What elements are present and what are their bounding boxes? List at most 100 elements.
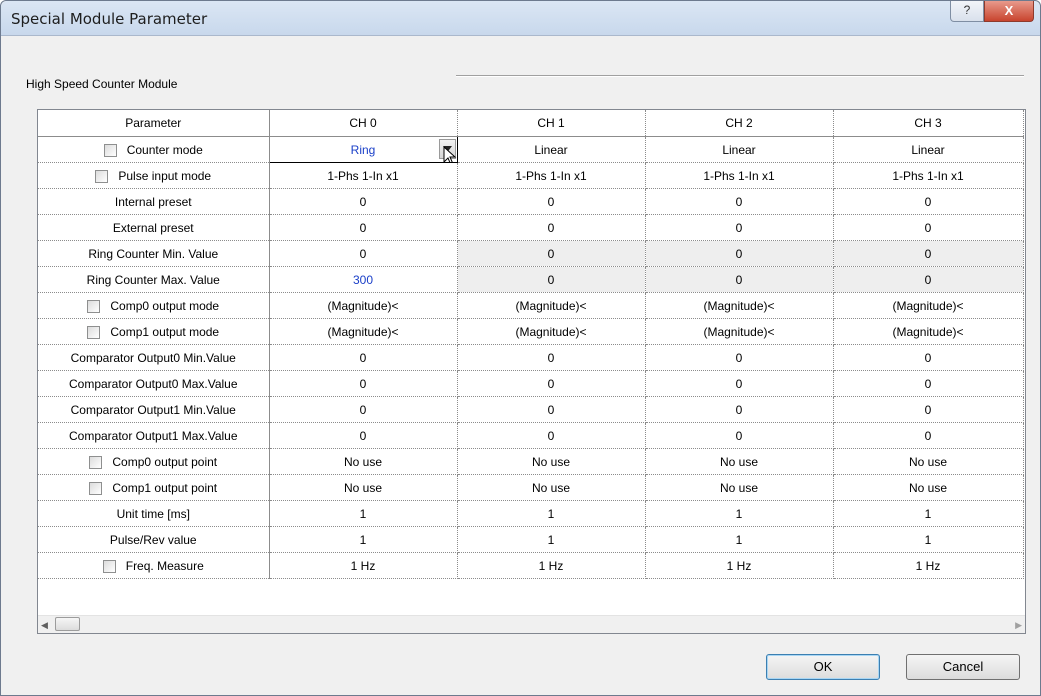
ok-button[interactable]: OK [766,654,880,680]
value-cell-ch3[interactable]: 1 [833,526,1024,553]
value-cell-ch2[interactable]: 0 [645,240,834,267]
value-cell-ch1[interactable]: (Magnitude)< [457,292,646,319]
value-cell-ch0[interactable]: 1 [269,526,458,553]
value-cell-ch1[interactable]: 1 [457,526,646,553]
parameter-checkbox[interactable] [103,143,117,157]
value-cell-ch2[interactable]: Linear [645,136,834,163]
parameter-label: Ring Counter Max. Value [86,272,220,287]
value-cell-ch2[interactable]: 0 [645,266,834,293]
counter-mode-dropdown[interactable]: Ring [268,136,458,163]
value-cell-ch3[interactable]: (Magnitude)< [833,318,1024,345]
value-cell-ch1[interactable]: 1-Phs 1-In x1 [457,162,646,189]
value-cell-ch2[interactable]: 0 [645,214,834,241]
value-cell-ch3[interactable]: 0 [833,396,1024,423]
value-cell-ch3[interactable]: 0 [833,370,1024,397]
value-cell-ch2[interactable]: 0 [645,344,834,371]
value-cell-ch1[interactable]: 0 [457,344,646,371]
group-label: High Speed Counter Module [26,77,178,91]
value-cell-ch1[interactable]: 0 [457,396,646,423]
scroll-thumb[interactable] [55,617,80,631]
value-cell-ch0[interactable]: No use [269,474,458,501]
value-text: 0 [359,194,367,209]
value-cell-ch1[interactable]: 1 Hz [457,552,646,579]
value-cell-ch0[interactable]: (Magnitude)< [269,318,458,345]
cancel-button[interactable]: Cancel [906,654,1020,680]
parameter-checkbox[interactable] [89,481,103,495]
value-cell-ch2[interactable]: No use [645,474,834,501]
close-button[interactable]: X [984,1,1034,22]
value-text: 1-Phs 1-In x1 [703,168,775,183]
value-cell-ch2[interactable]: (Magnitude)< [645,292,834,319]
value-text: Linear [722,142,756,157]
value-cell-ch3[interactable]: Linear [833,136,1024,163]
value-cell-ch3[interactable]: 0 [833,240,1024,267]
value-cell-ch1[interactable]: No use [457,448,646,475]
value-text: 0 [735,272,743,287]
value-cell-ch2[interactable]: 0 [645,370,834,397]
value-cell-ch1[interactable]: (Magnitude)< [457,318,646,345]
value-cell-ch1[interactable]: 0 [457,240,646,267]
value-cell-ch0[interactable]: 0 [269,188,458,215]
dropdown-arrow-icon[interactable] [438,139,456,162]
value-cell-ch1[interactable]: 0 [457,266,646,293]
value-cell-ch1[interactable]: Linear [457,136,646,163]
value-cell-ch3[interactable]: 0 [833,214,1024,241]
value-cell-ch1[interactable]: 0 [457,370,646,397]
value-cell-ch3[interactable]: 1 [833,500,1024,527]
value-cell-ch0[interactable]: 0 [269,344,458,371]
parameter-checkbox[interactable] [87,299,101,313]
value-cell-ch2[interactable]: 0 [645,422,834,449]
value-cell-ch0[interactable]: No use [269,448,458,475]
value-cell-ch0[interactable]: 300 [269,266,458,293]
value-cell-ch3[interactable]: 1 Hz [833,552,1024,579]
value-text: 0 [735,376,743,391]
scroll-left-icon[interactable]: ◀ [41,620,48,631]
value-cell-ch1[interactable]: 0 [457,214,646,241]
value-cell-ch3[interactable]: 0 [833,188,1024,215]
value-text: 1 [924,506,932,521]
value-cell-ch2[interactable]: 1-Phs 1-In x1 [645,162,834,189]
value-text: 0 [735,246,743,261]
value-cell-ch2[interactable]: 1 Hz [645,552,834,579]
value-cell-ch0[interactable]: 0 [269,370,458,397]
value-cell-ch1[interactable]: 1 [457,500,646,527]
value-cell-ch3[interactable]: No use [833,448,1024,475]
value-cell-ch1[interactable]: No use [457,474,646,501]
value-cell-ch3[interactable]: 0 [833,344,1024,371]
value-cell-ch0[interactable]: 0 [269,214,458,241]
value-cell-ch3[interactable]: 0 [833,266,1024,293]
value-cell-ch2[interactable]: 0 [645,188,834,215]
value-cell-ch3[interactable]: 0 [833,422,1024,449]
parameter-checkbox[interactable] [89,455,103,469]
horizontal-scrollbar[interactable]: ◀ ▶ [38,615,1025,633]
value-cell-ch0[interactable]: (Magnitude)< [269,292,458,319]
value-text: 0 [735,428,743,443]
title-bar[interactable]: Special Module Parameter ? X [1,1,1040,36]
value-cell-ch3[interactable]: 1-Phs 1-In x1 [833,162,1024,189]
value-cell-ch0[interactable]: 1 Hz [269,552,458,579]
value-cell-ch2[interactable]: 1 [645,526,834,553]
value-text: 0 [547,220,555,235]
parameter-checkbox[interactable] [102,559,116,573]
value-cell-ch3[interactable]: (Magnitude)< [833,292,1024,319]
help-button[interactable]: ? [950,1,984,22]
value-text: 0 [735,194,743,209]
value-cell-ch0[interactable]: 1-Phs 1-In x1 [269,162,458,189]
value-cell-ch2[interactable]: No use [645,448,834,475]
parameter-checkbox[interactable] [95,169,109,183]
scroll-right-icon[interactable]: ▶ [1015,620,1022,631]
parameter-checkbox[interactable] [87,325,101,339]
value-cell-ch2[interactable]: 0 [645,396,834,423]
value-cell-ch0[interactable]: 0 [269,240,458,267]
value-cell-ch0[interactable]: 1 [269,500,458,527]
value-text: 1 Hz [915,558,941,573]
value-cell-ch0[interactable]: 0 [269,396,458,423]
value-cell-ch1[interactable]: 0 [457,188,646,215]
value-cell-ch3[interactable]: No use [833,474,1024,501]
value-cell-ch2[interactable]: (Magnitude)< [645,318,834,345]
value-cell-ch0[interactable]: 0 [269,422,458,449]
parameter-label: External preset [112,220,194,235]
value-cell-ch2[interactable]: 1 [645,500,834,527]
value-text: No use [343,480,383,495]
value-cell-ch1[interactable]: 0 [457,422,646,449]
